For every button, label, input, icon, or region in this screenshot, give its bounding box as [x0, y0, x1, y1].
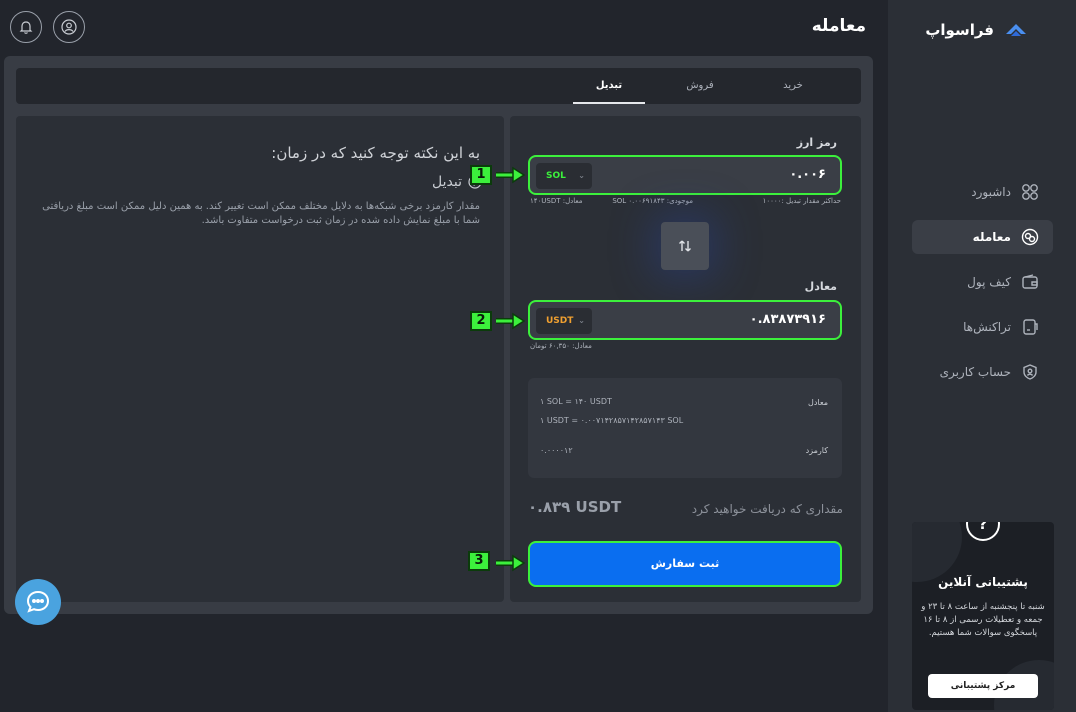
fee-value: ۰.۰۰۰۰۱۲ — [540, 446, 573, 455]
tab-convert[interactable]: تبدیل — [573, 68, 645, 104]
trade-tabs: خرید فروش تبدیل — [16, 68, 861, 104]
step-marker-2: 2 — [470, 311, 492, 331]
balance: موجودی: SOL ۰.۰۰۶۹۱۸۴۳ — [612, 197, 693, 205]
brand-name: فراسواپ — [925, 21, 994, 39]
shield-user-icon — [1023, 364, 1037, 380]
arrow-right-icon — [496, 166, 526, 184]
bell-icon — [19, 21, 33, 34]
from-amount-field[interactable]: SOL ⌄ ۰.۰۰۶ — [528, 155, 842, 195]
support-text: شنبه تا پنجشنبه از ساعت ۸ تا ۲۳ و جمعه و… — [921, 602, 1045, 638]
step-marker-1: 1 — [470, 165, 492, 185]
trade-panel: رمز ارز SOL ⌄ ۰.۰۰۶ حداکثر مقدار تبدیل :… — [510, 116, 861, 602]
chevron-down-icon: ⌄ — [578, 171, 585, 180]
to-coin-select[interactable]: USDT ⌄ — [536, 308, 592, 334]
support-card: ? پشتیبانی آنلاین شنبه تا پنجشنبه از ساع… — [912, 522, 1054, 710]
page-title: معامله — [811, 16, 866, 36]
info-subtitle-label: تبدیل — [432, 174, 462, 190]
chat-button[interactable] — [15, 579, 61, 625]
help-icon: ? — [966, 522, 1000, 541]
info-panel: به این نکته توجه کنید که در زمان: تبدیل … — [16, 116, 504, 602]
sidebar-item-account[interactable]: حساب کاربری — [912, 355, 1053, 389]
rate-value-2: ۱ USDT = ۰.۰۰۷۱۴۲۸۵۷۱۴۲۸۵۷۱۴۳ SOL — [540, 416, 684, 425]
to-amount: ۰.۸۳۸۷۳۹۱۶ — [749, 312, 826, 327]
chevron-down-icon: ⌄ — [578, 316, 585, 325]
swap-arrows-icon — [679, 240, 691, 252]
max-convert: حداکثر مقدار تبدیل :۱۰۰۰۰ — [762, 197, 841, 205]
sidebar-item-label: حساب کاربری — [939, 365, 1011, 379]
tab-buy[interactable]: خرید — [757, 68, 829, 104]
to-coin: USDT — [546, 316, 574, 326]
rate-label: معادل — [808, 398, 828, 407]
sidebar-item-transactions[interactable]: تراکنش‌ها — [912, 310, 1053, 344]
sidebar-nav: داشبورد معامله کیف پول تراکنش‌ها حساب کا… — [912, 175, 1053, 400]
brand[interactable]: فراسواپ — [925, 20, 1028, 40]
sidebar-item-label: داشبورد — [971, 185, 1011, 199]
to-label: معادل — [804, 280, 837, 293]
from-label: رمز ارز — [796, 136, 837, 149]
to-amount-field[interactable]: USDT ⌄ ۰.۸۳۸۷۳۹۱۶ — [528, 300, 842, 340]
to-equivalent: معادل: ۶۰,۳۵۰ تومان — [530, 342, 592, 350]
notifications-button[interactable] — [10, 11, 42, 43]
swap-button[interactable] — [661, 222, 709, 270]
grid-icon — [1022, 184, 1038, 200]
receive-label: مقداری که دریافت خواهید کرد — [691, 502, 843, 516]
rate-value-1: ۱ SOL = ۱۴۰ USDT — [540, 397, 612, 406]
sidebar-item-label: کیف پول — [967, 275, 1011, 289]
chat-bubble-icon — [26, 590, 50, 613]
sidebar-item-dashboard[interactable]: داشبورد — [912, 175, 1053, 209]
step-marker-3: 3 — [468, 551, 490, 571]
sidebar: فراسواپ داشبورد معامله کیف پول تراکنش‌ها — [888, 0, 1076, 712]
info-title: به این نکته توجه کنید که در زمان: — [271, 144, 480, 162]
receive-value: ۰.۸۳۹ USDT — [528, 498, 622, 516]
info-body: مقدار کارمزد برخی شبکه‌ها به دلایل مختلف… — [42, 201, 480, 226]
sidebar-item-label: تراکنش‌ها — [963, 320, 1011, 334]
receipt-icon — [1023, 319, 1038, 335]
main-panel: خرید فروش تبدیل به این نکته توجه کنید که… — [4, 56, 873, 614]
support-title: پشتیبانی آنلاین — [938, 575, 1028, 589]
rate-summary: معادل ۱ SOL = ۱۴۰ USDT ۱ USDT = ۰.۰۰۷۱۴۲… — [528, 378, 842, 478]
from-coin: SOL — [546, 171, 566, 181]
from-equivalent: معادل: ۱۴۰USDT — [530, 197, 583, 205]
support-center-button[interactable]: مرکز پشتیبانی — [928, 674, 1038, 698]
fee-label: کارمزد — [805, 446, 828, 455]
from-coin-select[interactable]: SOL ⌄ — [536, 163, 592, 189]
tab-sell[interactable]: فروش — [664, 68, 736, 104]
submit-order-button[interactable]: ثبت سفارش — [528, 541, 842, 587]
arrow-right-icon — [496, 312, 526, 330]
chevron-logo-icon — [1006, 24, 1026, 36]
profile-button[interactable] — [53, 11, 85, 43]
exchange-icon — [1021, 228, 1039, 246]
sidebar-item-wallet[interactable]: کیف پول — [912, 265, 1053, 299]
sidebar-item-label: معامله — [972, 230, 1011, 244]
from-amount: ۰.۰۰۶ — [789, 167, 826, 182]
sidebar-item-trade[interactable]: معامله — [912, 220, 1053, 254]
arrow-right-icon — [496, 554, 526, 572]
wallet-icon — [1022, 274, 1038, 289]
user-circle-icon — [61, 19, 77, 35]
